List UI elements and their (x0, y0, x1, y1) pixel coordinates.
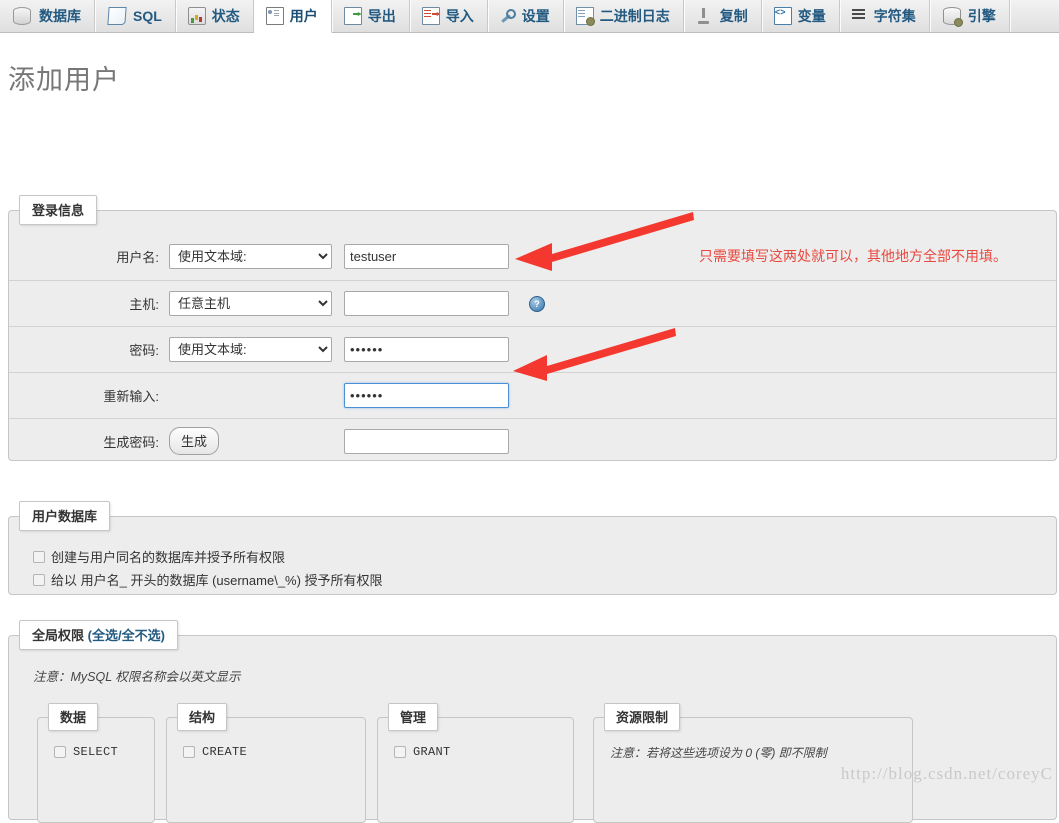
password-label: 密码: (9, 325, 169, 372)
status-icon (187, 7, 206, 25)
privilege-box-data: 数据 SELECT (37, 703, 155, 823)
nav-tab-replication[interactable]: 复制 (683, 0, 762, 32)
page-content: 添加用户 登录信息 用户名: 使用文本域: testuser 主机: 任意主机 … (0, 58, 1059, 823)
list-item[interactable]: 创建与用户同名的数据库并授予所有权限 (33, 547, 1056, 566)
nav-tab-engines[interactable]: 引擎 (929, 0, 1010, 32)
privilege-box-administration: 管理 GRANT (377, 703, 574, 823)
table-row-password: 密码: 使用文本域: (9, 325, 1056, 372)
table-row-generate: 生成密码: 生成 (9, 417, 1056, 464)
privilege-label: SELECT (73, 745, 119, 759)
generate-password-button[interactable]: 生成 (169, 427, 220, 456)
privilege-box-resource-limits-legend: 资源限制 (604, 703, 681, 731)
generate-label: 生成密码: (9, 417, 169, 464)
privilege-box-resource-limits: 资源限制 注意：若将这些选项设为 0 (零) 即不限制 (593, 703, 913, 823)
user-database-legend: 用户数据库 (19, 501, 111, 531)
nav-tab-export[interactable]: 导出 (331, 0, 410, 32)
nav-tab-settings[interactable]: 设置 (487, 0, 564, 32)
nav-tab-users[interactable]: 用户 (253, 0, 332, 33)
database-icon (13, 7, 31, 25)
generated-password-input[interactable] (344, 428, 509, 454)
nav-tab-label: 用户 (289, 8, 318, 24)
checkbox-label: 给以 用户名_ 开头的数据库 (username\_%) 授予所有权限 (51, 573, 383, 588)
watermark: http://blog.csdn.net/coreyC (840, 764, 1053, 783)
nav-tab-label: 复制 (719, 8, 748, 24)
main-navigation-bar: 数据库 SQL 状态 用户 导出 导入 设置 二进制日志 复制 <> 变量 字符… (0, 0, 1059, 33)
nav-tab-label: SQL (133, 8, 162, 24)
nav-tab-label: 引擎 (967, 8, 996, 24)
variables-icon: <> (773, 7, 792, 25)
list-item[interactable]: 给以 用户名_ 开头的数据库 (username\_%) 授予所有权限 (33, 570, 1056, 589)
nav-tab-binary-log[interactable]: 二进制日志 (563, 0, 684, 32)
list-item[interactable]: GRANT (394, 745, 573, 759)
login-form-table: 用户名: 使用文本域: 主机: 任意主机 (9, 234, 1056, 464)
nav-tab-label: 导出 (367, 8, 396, 24)
unselect-all-link[interactable]: 全不选 (122, 628, 161, 643)
privilege-box-administration-legend: 管理 (388, 703, 439, 731)
replication-icon (697, 8, 713, 24)
password-input[interactable] (344, 336, 509, 362)
host-mode-select[interactable]: 任意主机 (169, 290, 332, 316)
table-row-retype: 重新输入: (9, 371, 1056, 418)
privileges-note: 注意：MySQL 权限名称会以英文显示 (33, 670, 241, 684)
nav-tab-variables[interactable]: <> 变量 (761, 0, 840, 32)
users-icon (265, 7, 284, 25)
privilege-columns: 数据 SELECT 结构 CREATE 管理 GRANT 资源限制 注意：若将这… (37, 703, 1056, 823)
username-mode-select[interactable]: 使用文本域: (169, 244, 332, 270)
nav-tab-label: 导入 (445, 8, 474, 24)
nav-tab-label: 状态 (211, 8, 240, 24)
retype-password-input[interactable] (344, 382, 509, 408)
sql-icon (107, 7, 127, 25)
nav-tab-label: 二进制日志 (599, 8, 670, 24)
export-icon (343, 7, 362, 25)
privilege-checkbox-create[interactable] (183, 746, 195, 758)
retype-label: 重新输入: (9, 371, 169, 418)
privilege-box-data-legend: 数据 (48, 703, 99, 731)
annotation-note-text: 只需要填写这两处就可以，其他地方全部不用填。 (699, 248, 1007, 264)
privilege-box-structure: 结构 CREATE (166, 703, 366, 823)
username-label: 用户名: (116, 250, 159, 266)
nav-tab-status[interactable]: 状态 (175, 0, 254, 32)
charset-icon (851, 8, 868, 24)
nav-tab-label: 设置 (521, 8, 550, 24)
settings-icon (500, 8, 516, 24)
global-privileges-title: 全局权限 (32, 628, 85, 643)
nav-tab-sql[interactable]: SQL (95, 0, 176, 32)
login-information-fieldset: 登录信息 用户名: 使用文本域: 主机: (8, 195, 1057, 464)
nav-tab-charsets[interactable]: 字符集 (839, 0, 930, 32)
page-title: 添加用户 (8, 65, 120, 95)
privilege-box-structure-legend: 结构 (177, 703, 228, 731)
select-all-link[interactable]: 全选 (92, 628, 118, 643)
import-icon (421, 7, 440, 25)
nav-tab-label: 数据库 (39, 8, 81, 24)
global-privileges-fieldset: 全局权限 (全选/全不选) 注意：MySQL 权限名称会以英文显示 数据 SEL… (8, 620, 1057, 823)
global-privileges-legend: 全局权限 (全选/全不选) (19, 620, 178, 650)
login-information-legend: 登录信息 (19, 195, 98, 225)
privilege-label: GRANT (413, 745, 451, 759)
nav-tab-label: 字符集 (873, 8, 916, 24)
host-label: 主机: (9, 279, 169, 326)
user-database-fieldset: 用户数据库 创建与用户同名的数据库并授予所有权限 给以 用户名_ 开头的数据库 … (8, 501, 1057, 595)
nav-filler (1009, 0, 1059, 32)
list-item[interactable]: SELECT (54, 745, 154, 759)
nav-tab-databases[interactable]: 数据库 (0, 0, 95, 32)
grant-wildcard-db-checkbox[interactable] (33, 573, 45, 586)
engines-icon (942, 7, 963, 27)
nav-tab-label: 变量 (797, 8, 826, 24)
nav-tab-import[interactable]: 导入 (409, 0, 488, 32)
checkbox-label: 创建与用户同名的数据库并授予所有权限 (51, 550, 286, 565)
username-input[interactable] (344, 244, 509, 270)
password-mode-select[interactable]: 使用文本域: (169, 336, 332, 362)
list-item[interactable]: CREATE (183, 745, 365, 759)
binlog-icon (575, 7, 595, 26)
create-same-name-db-checkbox[interactable] (33, 550, 45, 563)
host-input[interactable] (344, 290, 509, 316)
privilege-label: CREATE (202, 745, 248, 759)
privilege-checkbox-select[interactable] (54, 746, 66, 758)
resource-limits-note: 注意：若将这些选项设为 0 (零) 即不限制 (610, 746, 827, 760)
privilege-checkbox-grant[interactable] (394, 746, 406, 758)
table-row-host: 主机: 任意主机 ? (9, 279, 1056, 326)
help-icon[interactable]: ? (529, 295, 545, 312)
